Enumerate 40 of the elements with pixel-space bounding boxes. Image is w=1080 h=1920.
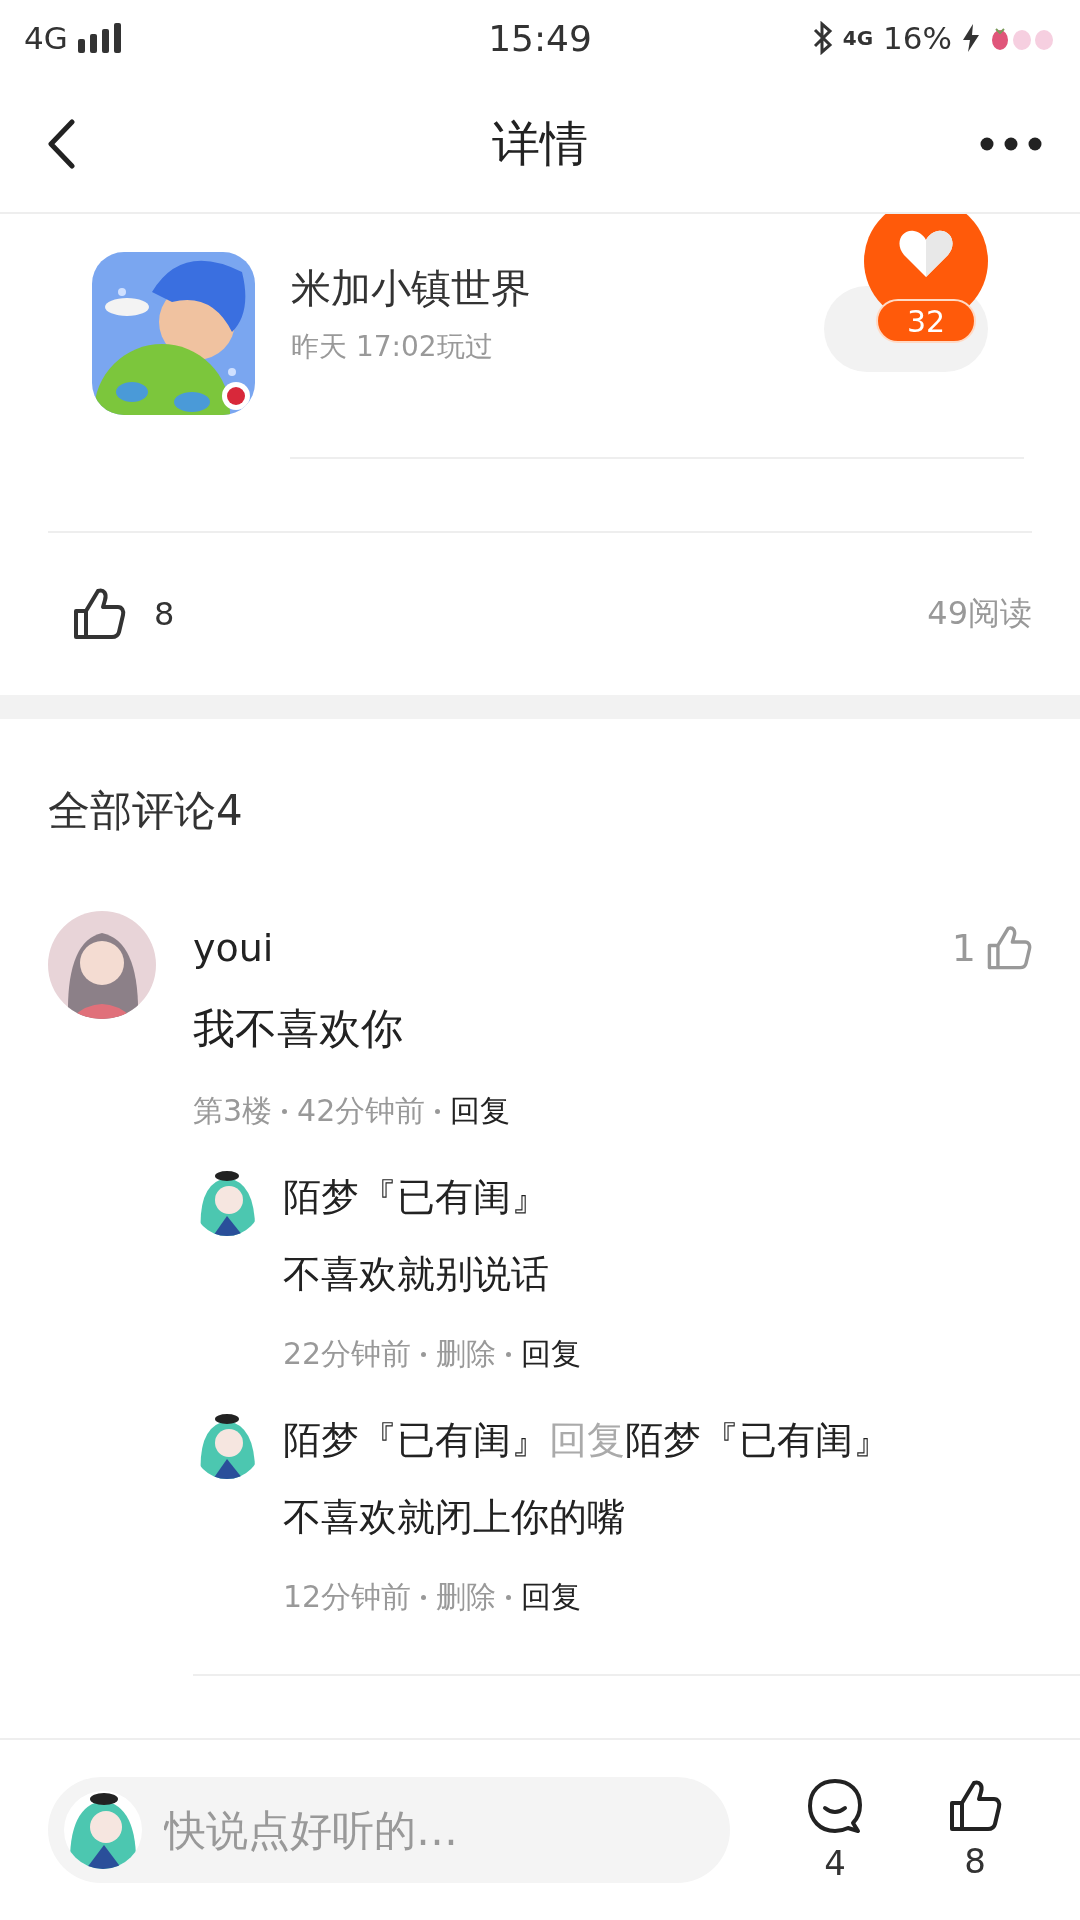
reply-link[interactable]: 回复: [521, 1334, 582, 1375]
reply-author[interactable]: 陌梦『已有闺』: [283, 1415, 549, 1466]
page-title: 详情: [492, 114, 588, 173]
last-played: 昨天 17:02玩过: [291, 329, 494, 365]
thumbs-up-icon[interactable]: [72, 587, 126, 641]
meta-text: 12分钟前: [283, 1578, 412, 1616]
read-count: 49阅读: [927, 593, 1032, 634]
reply-link[interactable]: 回复: [521, 1577, 582, 1618]
bluetooth-icon: [812, 21, 833, 55]
meta-text: 22分钟前: [283, 1335, 412, 1373]
meta-text: 42分钟前: [297, 1092, 426, 1130]
signal-icon: [77, 23, 122, 53]
comment-count: 4: [824, 1843, 846, 1883]
comments-heading: 全部评论4: [47, 785, 244, 837]
username[interactable]: youi: [193, 926, 274, 970]
back-icon[interactable]: [46, 119, 76, 169]
reply-target[interactable]: 陌梦『已有闺』: [625, 1415, 891, 1466]
charging-icon: [962, 24, 980, 52]
data-network-label: 4G: [842, 26, 874, 50]
meta-text: 第3楼: [193, 1092, 273, 1130]
meta-text: 删除: [436, 1578, 497, 1616]
strawberry-battery-icon: [990, 25, 1056, 51]
thumbs-up-icon[interactable]: [986, 925, 1032, 971]
more-icon[interactable]: [980, 137, 1042, 151]
comment-text: 我不喜欢你: [193, 1003, 404, 1055]
game-name: 米加小镇世界: [291, 264, 531, 313]
reply-text: 不喜欢就闭上你的嘴: [283, 1494, 626, 1541]
reply-link[interactable]: 回复: [450, 1091, 511, 1132]
reply-label: 回复: [549, 1417, 625, 1464]
battery-percent: 16%: [883, 20, 952, 56]
comment-bubble-icon[interactable]: [806, 1777, 864, 1835]
reply-author[interactable]: 陌梦『已有闺』: [283, 1172, 549, 1223]
clock: 15:49: [487, 17, 593, 59]
meta-text: 删除: [436, 1335, 497, 1373]
reply-text: 不喜欢就别说话: [283, 1251, 550, 1298]
thumbs-up-icon[interactable]: [948, 1779, 1002, 1833]
like-count: 8: [154, 595, 175, 633]
like-count: 8: [964, 1841, 986, 1881]
comment-like-count: 1: [951, 926, 976, 970]
network-label: 4G: [24, 20, 68, 56]
